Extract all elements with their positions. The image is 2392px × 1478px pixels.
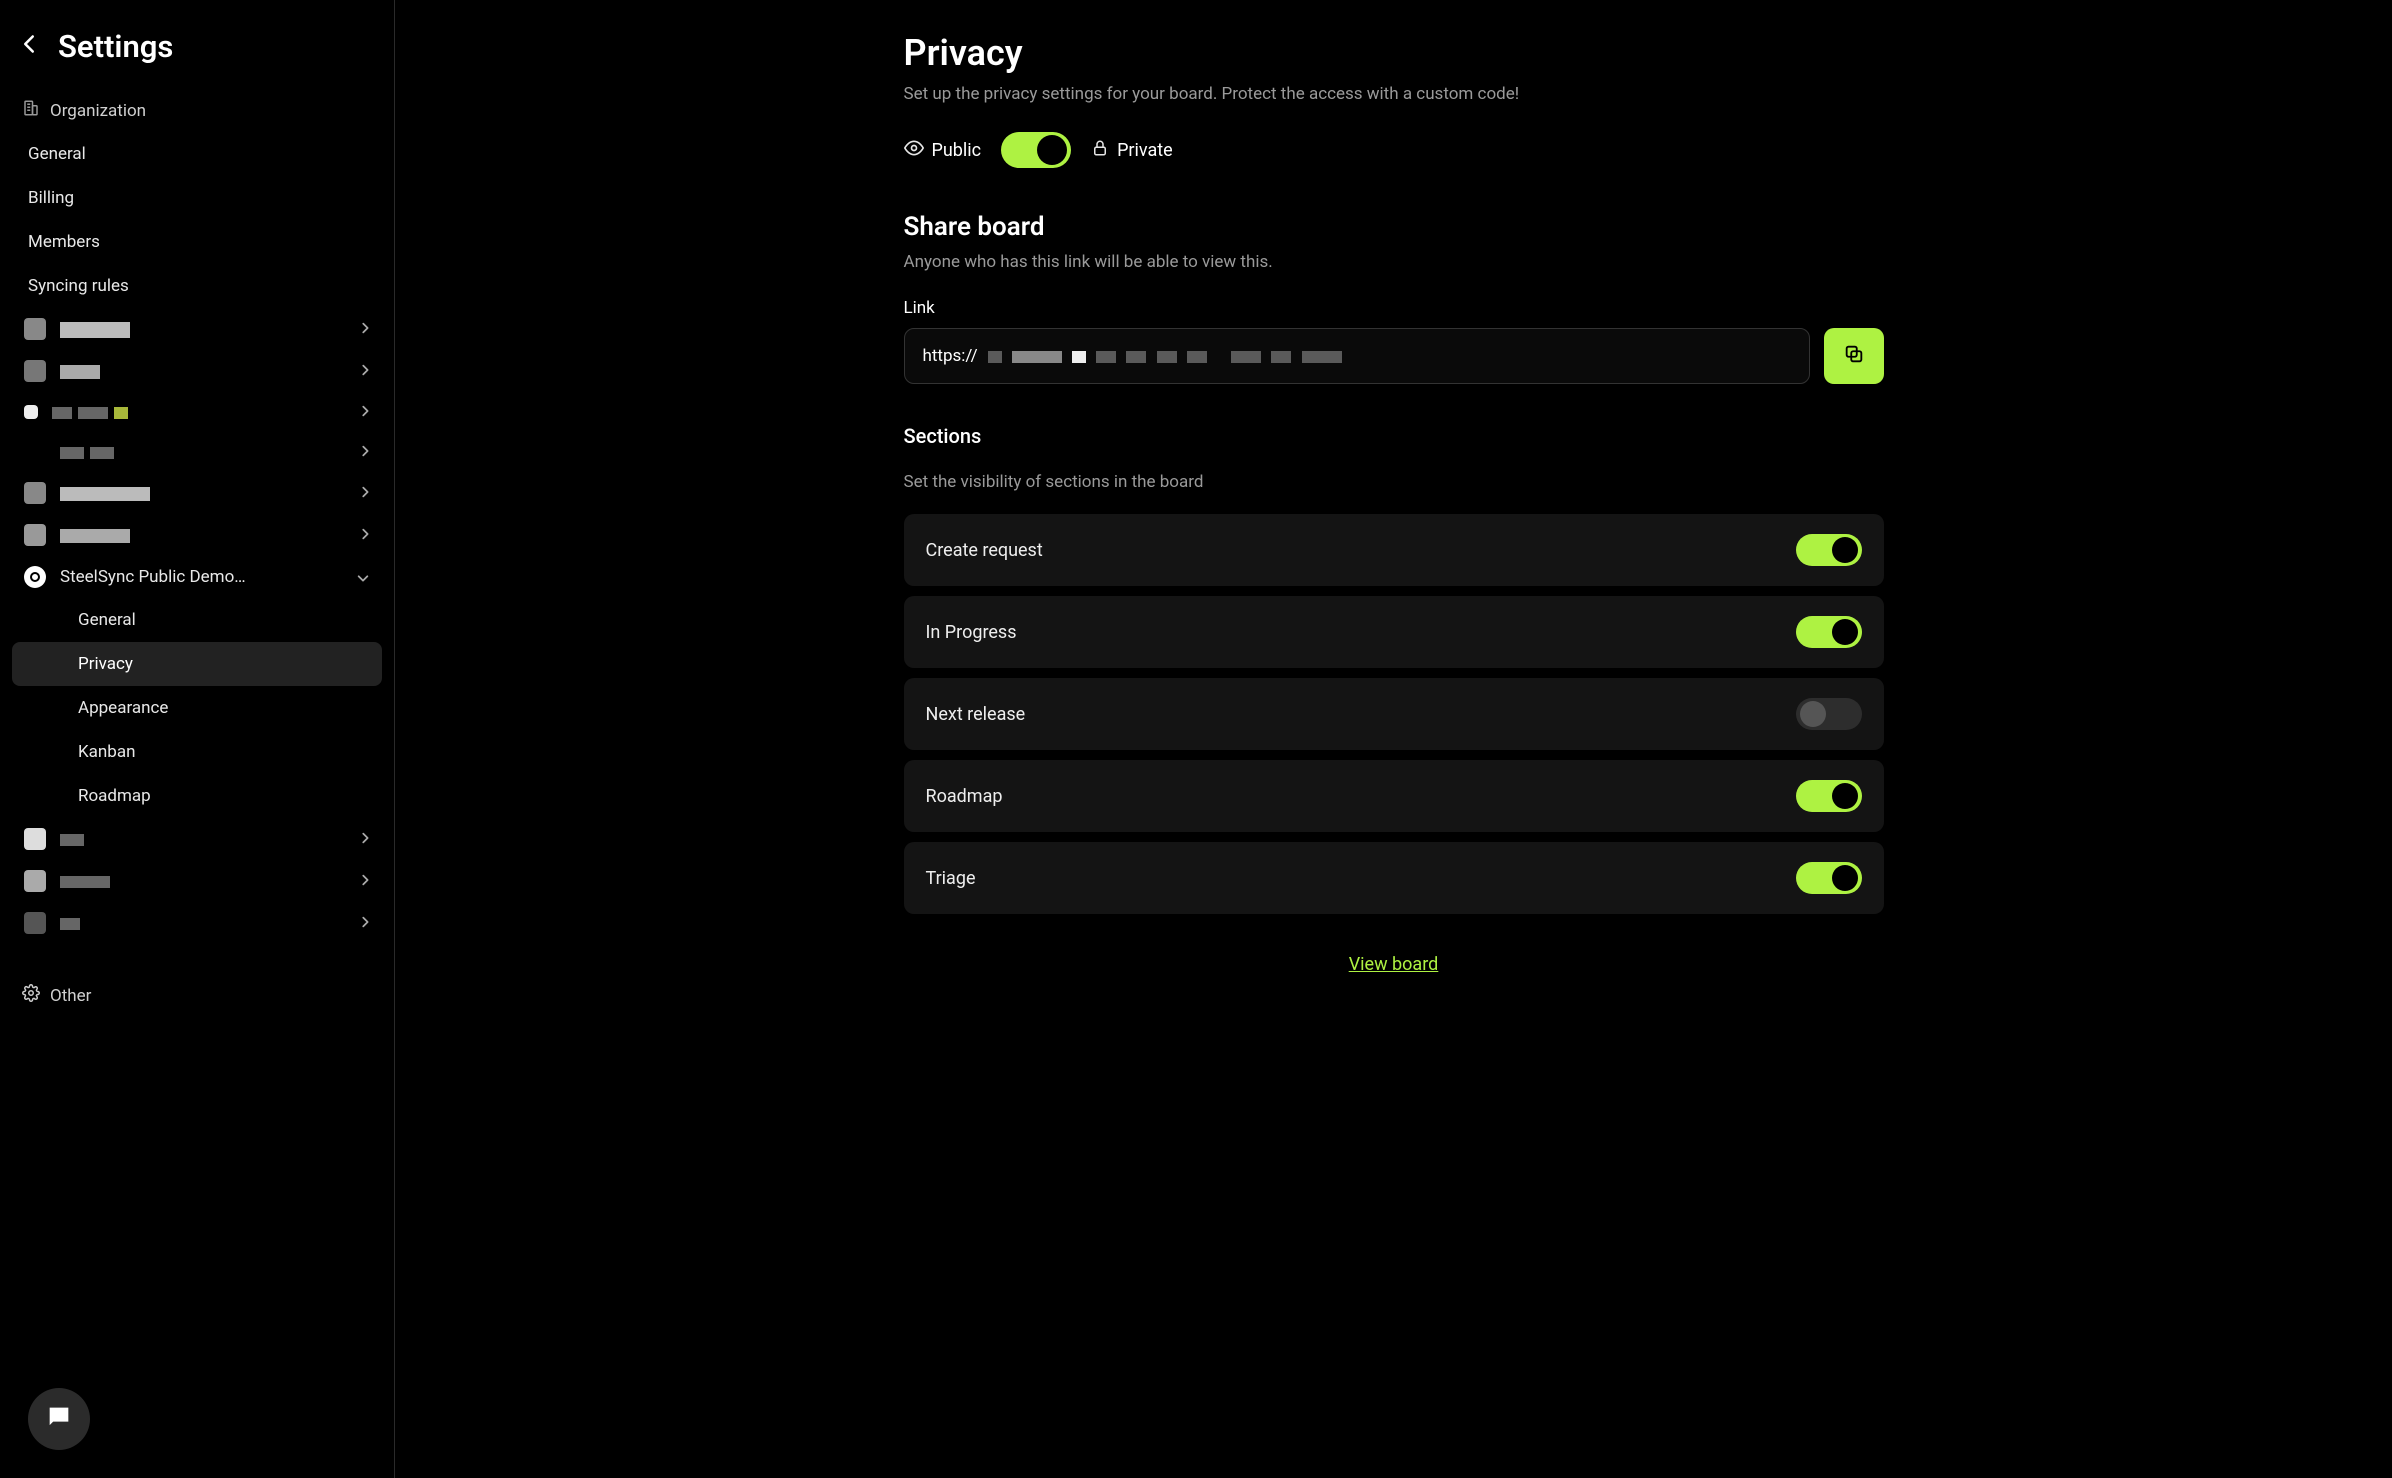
nav-board-general[interactable]: General [12, 598, 382, 642]
chevron-right-icon [360, 320, 370, 339]
project-row[interactable] [12, 902, 382, 944]
chevron-right-icon [360, 362, 370, 381]
organization-label: Organization [50, 101, 146, 121]
section-item: Triage [904, 842, 1884, 914]
project-name: SteelSync Public Demo… [60, 567, 246, 587]
page-description: Set up the privacy settings for your boa… [904, 84, 1884, 104]
sidebar-title: Settings [58, 28, 173, 65]
organization-icon [22, 99, 40, 122]
nav-board-roadmap[interactable]: Roadmap [12, 774, 382, 818]
nav-board-kanban[interactable]: Kanban [12, 730, 382, 774]
settings-sidebar: Settings Organization General Billing Me… [0, 0, 395, 1478]
nav-syncing-rules[interactable]: Syncing rules [12, 264, 382, 308]
gear-icon [22, 984, 40, 1007]
chevron-right-icon [360, 526, 370, 545]
chevron-right-icon [360, 830, 370, 849]
chat-icon [45, 1403, 73, 1435]
section-label: Next release [926, 704, 1026, 725]
eye-icon [904, 138, 924, 163]
chevron-down-icon [356, 568, 370, 587]
section-item: Create request [904, 514, 1884, 586]
section-toggle-triage[interactable] [1796, 862, 1862, 894]
nav-general[interactable]: General [12, 132, 382, 176]
main-content: Privacy Set up the privacy settings for … [395, 0, 2392, 1478]
back-button[interactable] [22, 34, 36, 60]
share-subtitle: Anyone who has this link will be able to… [904, 252, 1884, 272]
lock-icon [1091, 139, 1109, 162]
share-title: Share board [904, 212, 1884, 242]
section-toggle-roadmap[interactable] [1796, 780, 1862, 812]
chevron-right-icon [360, 484, 370, 503]
section-label: Triage [926, 868, 976, 889]
project-row-expanded[interactable]: SteelSync Public Demo… [12, 556, 382, 598]
view-board-link[interactable]: View board [1349, 954, 1439, 975]
copy-link-button[interactable] [1824, 328, 1884, 384]
project-row[interactable] [12, 432, 382, 472]
page-title: Privacy [904, 32, 1884, 74]
section-label: Roadmap [926, 786, 1003, 807]
privacy-toggle[interactable] [1001, 132, 1071, 168]
chevron-right-icon [360, 914, 370, 933]
section-toggle-next-release[interactable] [1796, 698, 1862, 730]
copy-icon [1843, 343, 1865, 369]
nav-members[interactable]: Members [12, 220, 382, 264]
section-item: In Progress [904, 596, 1884, 668]
project-row[interactable] [12, 514, 382, 556]
project-row[interactable] [12, 392, 382, 432]
organization-header: Organization [12, 89, 382, 132]
share-link-input[interactable]: https:// [904, 328, 1810, 384]
project-row[interactable] [12, 308, 382, 350]
private-label: Private [1091, 139, 1173, 162]
section-item: Next release [904, 678, 1884, 750]
public-label: Public [904, 138, 982, 163]
other-label: Other [50, 986, 91, 1006]
section-label: Create request [926, 540, 1043, 561]
project-row[interactable] [12, 860, 382, 902]
section-toggle-in-progress[interactable] [1796, 616, 1862, 648]
chat-widget-button[interactable] [28, 1388, 90, 1450]
section-item: Roadmap [904, 760, 1884, 832]
project-row[interactable] [12, 472, 382, 514]
chevron-right-icon [360, 872, 370, 891]
nav-board-privacy[interactable]: Privacy [12, 642, 382, 686]
link-label: Link [904, 298, 1884, 318]
section-label: In Progress [926, 622, 1017, 643]
sections-subtitle: Set the visibility of sections in the bo… [904, 472, 1884, 492]
project-row[interactable] [12, 818, 382, 860]
chevron-right-icon [360, 403, 370, 422]
other-header: Other [12, 974, 382, 1017]
chevron-right-icon [360, 443, 370, 462]
nav-billing[interactable]: Billing [12, 176, 382, 220]
section-toggle-create-request[interactable] [1796, 534, 1862, 566]
project-row[interactable] [12, 350, 382, 392]
nav-board-appearance[interactable]: Appearance [12, 686, 382, 730]
sections-title: Sections [904, 424, 1884, 448]
